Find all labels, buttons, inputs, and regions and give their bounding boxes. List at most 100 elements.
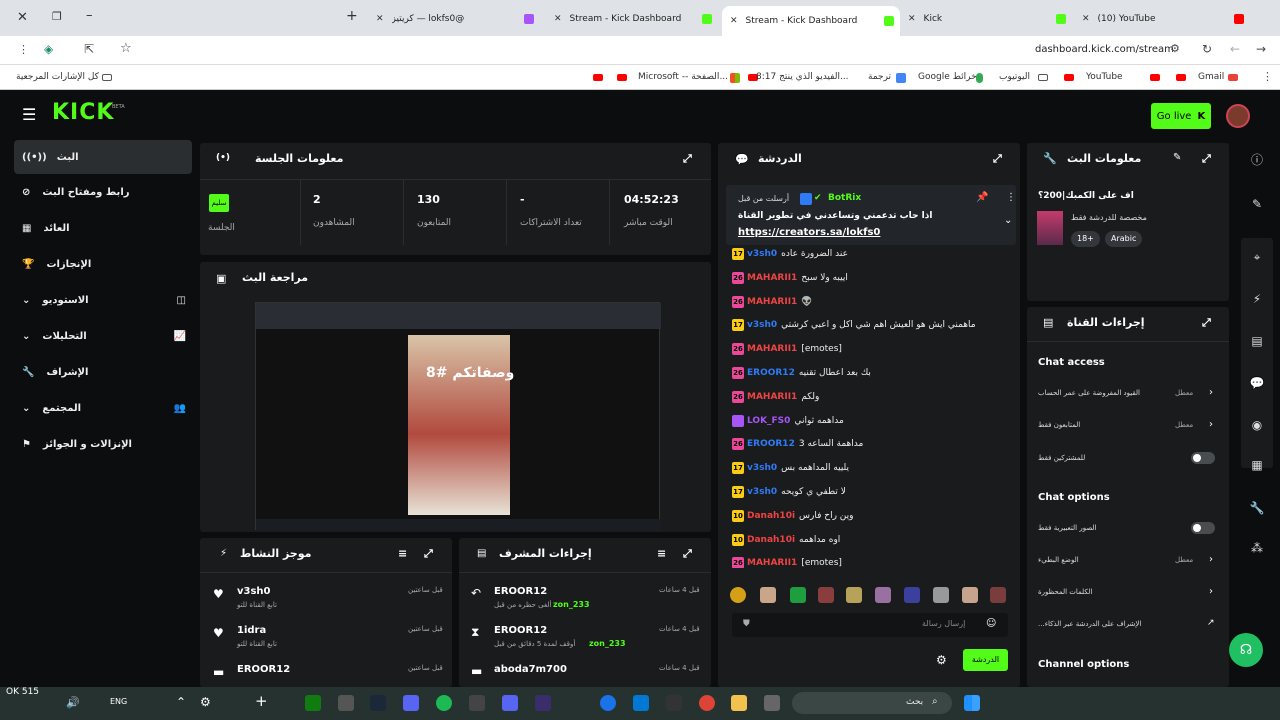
close-tab-icon[interactable]: ✕ [554,14,562,24]
chrome-icon[interactable] [699,695,715,711]
activity-username[interactable]: 1idra [237,625,266,636]
bookmark-gmail[interactable]: Gmail [1198,72,1224,82]
info-icon[interactable]: ⓘ [1248,151,1266,169]
bookmark-star-icon[interactable]: ☆ [120,41,132,56]
emote[interactable] [990,587,1006,603]
all-bookmarks[interactable]: كل الإشارات المرجعية [16,72,99,82]
windows-start-icon[interactable] [964,695,980,711]
emote[interactable] [730,587,746,603]
app-icon[interactable] [469,695,485,711]
expand-icon[interactable]: ⤢ [683,152,692,166]
discord-icon[interactable] [502,695,518,711]
bookmark-video[interactable]: 8:17 الفيديو الذي ينتج... [756,72,849,82]
chat-username[interactable]: MAHARII1 [747,392,797,402]
sidebar-item-stream-key[interactable]: ⊘ رابط ومفتاح البث [14,175,192,209]
sidebar-item-moderation[interactable]: 🔧 الإشراف [14,355,192,389]
steam-icon[interactable] [370,695,386,711]
pinned-link[interactable]: https://creators.sa/lokfs0 [738,227,880,238]
chat-username[interactable]: v3sh0 [747,487,777,497]
chevron-right-icon[interactable]: › [1209,554,1213,565]
pinned-user[interactable]: BotRix [828,193,861,203]
spotify-icon[interactable] [436,695,452,711]
language-indicator[interactable]: ENG [110,697,127,706]
go-live-button[interactable]: Go live K [1151,103,1211,129]
chevron-down-icon[interactable]: ⌄ [1004,215,1012,226]
community-icon[interactable]: ⁂ [1248,539,1266,557]
filter-icon[interactable]: ≡ [398,547,407,560]
external-link-icon[interactable]: ↗ [1207,618,1215,628]
live-icon[interactable]: ◉ [1248,416,1266,434]
mod-action-target[interactable]: zon_233 [589,639,626,648]
tag-chip[interactable]: 18+ [1071,231,1100,247]
store-icon[interactable] [633,695,649,711]
chat-username[interactable]: v3sh0 [747,320,777,330]
wrench-icon[interactable]: 🔧 [1248,499,1266,517]
xbox-icon[interactable] [305,695,321,711]
sidebar-item-analytics[interactable]: ⌄ التحليلات 📈 [14,319,192,353]
tab-kick-dashboard-active[interactable]: ✕ Stream - Kick Dashboard [722,6,900,36]
chat-username[interactable]: v3sh0 [747,463,777,473]
expand-icon[interactable]: ⤢ [993,152,1002,166]
sidebar-item-community[interactable]: ⌄ المجتمع 👥 [14,391,192,425]
menu-dots-icon[interactable]: ⋮ [18,43,29,56]
emote[interactable] [962,587,978,603]
mod-action-user[interactable]: EROOR12 [494,625,547,636]
close-window-icon[interactable]: ✕ [17,10,28,25]
chat-username[interactable]: MAHARII1 [747,344,797,354]
pencil-icon[interactable]: ✎ [1173,152,1181,163]
emote[interactable] [790,587,806,603]
sidebar-item-studio[interactable]: ⌄ الاستوديو ◫ [14,283,192,317]
emote[interactable] [760,587,776,603]
app-icon[interactable] [338,695,354,711]
app-icon[interactable] [666,695,682,711]
taskbar-search[interactable]: بحث ⌕ [792,692,952,714]
support-headset-button[interactable]: ☊ [1229,633,1263,667]
chat-username[interactable]: Danah10i [747,511,795,521]
mod-action-user[interactable]: aboda7m700 [494,664,567,675]
chevron-right-icon[interactable]: › [1209,419,1213,430]
tab-kick[interactable]: ✕ Kick [902,7,1072,31]
file-explorer-icon[interactable] [731,695,747,711]
sidebar-item-drops[interactable]: ⚑ الإنزالات و الجوائز [14,427,192,461]
emote[interactable] [818,587,834,603]
expand-icon[interactable]: ⤢ [1202,316,1211,330]
channel-icon[interactable]: ▦ [1248,456,1266,474]
emoji-icon[interactable]: ☺ [986,618,996,629]
share-icon[interactable]: ⇱ [84,42,94,56]
chat-username[interactable]: Danah10i [747,535,795,545]
mod-action-target[interactable]: zon_233 [553,600,590,609]
reload-icon[interactable]: ↻ [1202,42,1212,56]
back-icon[interactable]: → [1256,42,1266,56]
plus-icon[interactable]: + [255,692,268,710]
filter-icon[interactable]: ≡ [657,547,666,560]
expand-icon[interactable]: ⤢ [424,547,433,561]
emote[interactable] [933,587,949,603]
bookmark-microsoft[interactable]: Microsoft -- الصفحة... [638,72,728,82]
gear-icon[interactable]: ⚙ [936,653,947,667]
app-icon[interactable] [535,695,551,711]
sidebar-item-achievements[interactable]: 🏆 الإنجازات [14,247,192,281]
bookmark-maps[interactable]: Google خرائط [918,72,977,82]
more-icon[interactable]: ⋮ [1006,192,1016,203]
edge-icon[interactable] [600,695,616,711]
pin-icon[interactable]: 📌 [976,192,988,203]
chat-username[interactable]: EROOR12 [747,368,795,378]
stream-category[interactable]: مخصصة للدردشة فقط [1071,213,1147,222]
close-tab-icon[interactable]: ✕ [376,14,384,24]
chevron-right-icon[interactable]: › [1209,387,1213,398]
pencil-icon[interactable]: ✎ [1248,195,1266,213]
target-icon[interactable]: ⌖ [1248,248,1266,266]
tag-chip[interactable]: Arabic [1105,231,1143,247]
chat-input[interactable]: ⛊ إرسال رسالة ☺ [732,613,1008,637]
activity-username[interactable]: EROOR12 [237,664,290,675]
chat-username[interactable]: MAHARII1 [747,558,797,568]
lightning-icon[interactable]: ⚡ [1248,290,1266,308]
chat-username[interactable]: LOK_FS0 [747,416,790,426]
chat-username[interactable]: MAHARII1 [747,273,797,283]
task-view-icon[interactable] [764,695,780,711]
chevron-right-icon[interactable]: › [1209,586,1213,597]
emote[interactable] [904,587,920,603]
taskbar-clock[interactable]: OK 515 [6,687,39,697]
stream-preview-video[interactable]: وصفاتكم #8 [255,302,661,531]
bookmark-youtube[interactable]: YouTube [1086,72,1123,82]
